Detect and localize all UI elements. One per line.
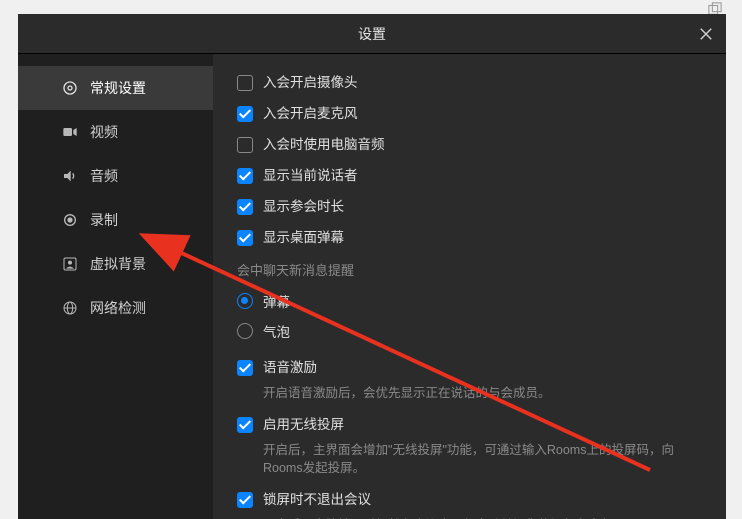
sidebar-item-video[interactable]: 视频 [18, 110, 213, 154]
checkbox-pc-audio-on-join[interactable] [237, 137, 253, 153]
radio-label: 弹幕 [263, 291, 290, 311]
record-icon [62, 212, 78, 228]
radio-label: 气泡 [263, 321, 290, 341]
checkbox-wireless-cast[interactable] [237, 417, 253, 433]
option-label: 入会开启摄像头 [263, 74, 358, 92]
gear-icon [62, 80, 78, 96]
sidebar-item-virtual-bg[interactable]: 虚拟背景 [18, 242, 213, 286]
sidebar: 常规设置 视频 音频 [18, 54, 213, 519]
option-desc: 开启语音激励后，会优先显示正在说话的与会成员。 [263, 384, 683, 402]
sidebar-item-label: 常规设置 [90, 78, 146, 98]
settings-window: 设置 常规设置 视频 [18, 14, 726, 519]
video-icon [62, 124, 78, 140]
sidebar-item-network[interactable]: 网络检测 [18, 286, 213, 330]
option-label: 显示当前说话者 [263, 167, 358, 185]
sidebar-item-general[interactable]: 常规设置 [18, 66, 213, 110]
sidebar-item-label: 音频 [90, 166, 118, 186]
sidebar-item-record[interactable]: 录制 [18, 198, 213, 242]
sidebar-item-label: 网络检测 [90, 298, 146, 318]
close-button[interactable] [694, 22, 718, 46]
sidebar-item-audio[interactable]: 音频 [18, 154, 213, 198]
window-title: 设置 [358, 24, 386, 44]
checkbox-voice-boost[interactable] [237, 360, 253, 376]
option-label: 启用无线投屏 [263, 416, 344, 434]
option-label: 语音激励 [263, 359, 317, 377]
radio-bullet[interactable] [237, 293, 253, 309]
titlebar: 设置 [18, 14, 726, 54]
settings-content[interactable]: 入会开启摄像头 入会开启麦克风 入会时使用电脑音频 显示当前说话者 显示参会时长 [213, 54, 726, 519]
chat-notify-title: 会中聊天新消息提醒 [237, 260, 702, 279]
radio-bubble[interactable] [237, 323, 253, 339]
checkbox-show-desktop-bullet[interactable] [237, 230, 253, 246]
option-desc: 开启后，主界面会增加"无线投屏"功能，可通过输入Rooms上的投屏码，向Room… [263, 441, 683, 477]
sidebar-item-label: 视频 [90, 122, 118, 142]
globe-icon [62, 300, 78, 316]
checkbox-show-speaker[interactable] [237, 168, 253, 184]
option-label: 入会开启麦克风 [263, 105, 358, 123]
checkbox-camera-on-join[interactable] [237, 75, 253, 91]
checkbox-show-duration[interactable] [237, 199, 253, 215]
checkbox-mic-on-join[interactable] [237, 106, 253, 122]
sidebar-item-label: 虚拟背景 [90, 254, 146, 274]
speaker-icon [62, 168, 78, 184]
checkbox-lock-no-exit[interactable] [237, 492, 253, 508]
option-label: 显示参会时长 [263, 198, 344, 216]
option-label: 显示桌面弹幕 [263, 229, 344, 247]
option-label: 入会时使用电脑音频 [263, 136, 385, 154]
sidebar-item-label: 录制 [90, 210, 118, 230]
person-icon [62, 256, 78, 272]
option-label: 锁屏时不退出会议 [263, 491, 371, 509]
